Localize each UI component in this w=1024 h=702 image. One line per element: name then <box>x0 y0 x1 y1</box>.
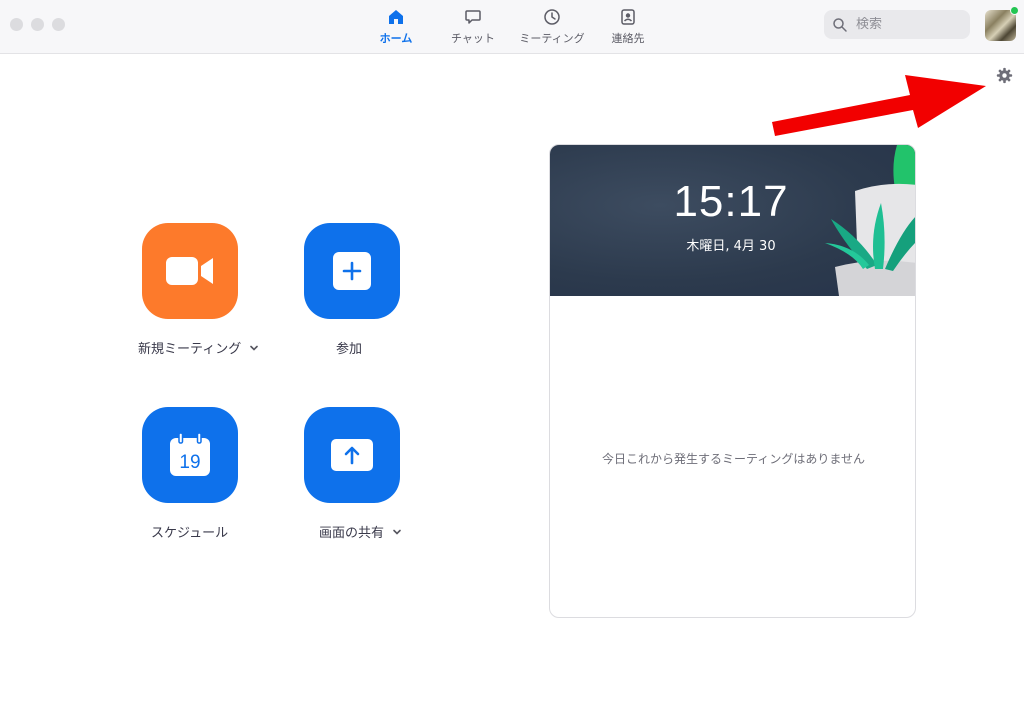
share-screen-button[interactable] <box>304 407 400 503</box>
share-screen-label: 画面の共有 <box>319 526 385 541</box>
search-box[interactable] <box>824 10 970 39</box>
new-meeting-label-row[interactable]: 新規ミーティング <box>138 338 259 357</box>
schedule-button[interactable]: 19 <box>142 407 238 503</box>
tab-contacts[interactable]: 連絡先 <box>608 7 648 49</box>
chevron-down-icon[interactable] <box>249 343 259 353</box>
avatar[interactable] <box>985 10 1016 41</box>
plant-illustration <box>825 145 915 296</box>
search-icon <box>833 17 847 32</box>
calendar-icon: 19 <box>170 433 210 476</box>
plus-icon <box>333 252 371 290</box>
search-input[interactable] <box>856 17 966 32</box>
join-label-row: 参加 <box>336 338 362 357</box>
tab-contacts-label: 連絡先 <box>611 32 645 45</box>
home-icon <box>389 10 403 24</box>
schedule-label: スケジュール <box>151 526 229 541</box>
gear-icon[interactable] <box>996 67 1013 84</box>
join-label: 参加 <box>336 342 363 357</box>
new-meeting-button[interactable] <box>142 223 238 319</box>
clock-icon <box>544 9 560 25</box>
zoom-window-button[interactable] <box>52 18 65 31</box>
join-button[interactable] <box>304 223 400 319</box>
share-screen-icon <box>331 439 373 471</box>
close-window-button[interactable] <box>10 18 23 31</box>
no-meetings-message: 今日これから発生するミーティングはありません <box>602 452 865 466</box>
upcoming-meetings-card: 15:17 木曜日, 4月 30 今日これから発生するミーティングはありません <box>549 144 916 618</box>
share-screen-label-row[interactable]: 画面の共有 <box>319 522 402 541</box>
video-camera-icon <box>166 257 213 285</box>
new-meeting-label: 新規ミーティング <box>138 342 242 357</box>
chat-icon <box>465 10 481 24</box>
calendar-day-number: 19 <box>179 452 200 473</box>
tab-chat[interactable]: チャット <box>448 7 498 49</box>
tab-home-label: ホーム <box>379 32 413 45</box>
contacts-icon <box>621 9 635 25</box>
tab-home[interactable]: ホーム <box>374 7 418 49</box>
annotation-arrow <box>772 75 986 136</box>
schedule-label-row: スケジュール <box>151 522 228 541</box>
tab-meetings[interactable]: ミーティング <box>516 7 588 49</box>
title-bar: ホーム チャット ミーティング 連絡先 <box>0 0 1024 54</box>
minimize-window-button[interactable] <box>31 18 44 31</box>
clock-time: 15:17 <box>673 177 789 226</box>
online-status-dot <box>1010 6 1019 15</box>
card-header: 15:17 木曜日, 4月 30 <box>550 145 915 296</box>
tab-meetings-label: ミーティング <box>519 32 585 45</box>
tab-chat-label: チャット <box>451 32 495 45</box>
clock-date: 木曜日, 4月 30 <box>686 239 776 254</box>
chevron-down-icon[interactable] <box>392 527 402 537</box>
